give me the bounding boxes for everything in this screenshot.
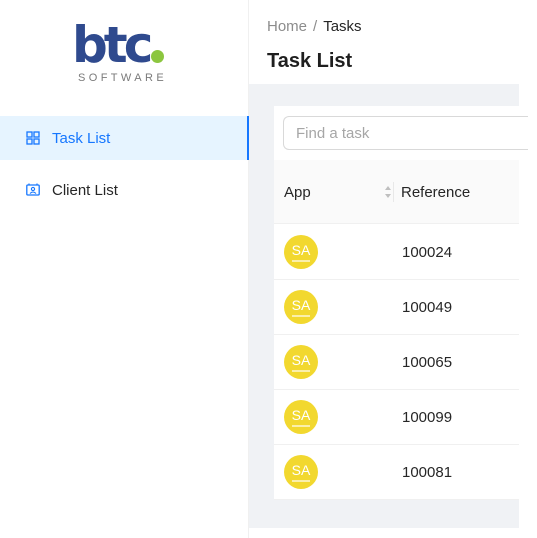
reference-cell: 100049 [402,299,453,316]
breadcrumb: Home / Tasks [267,18,362,35]
column-header-app[interactable]: App [284,160,394,224]
badge-mark [292,260,310,262]
column-divider [393,182,394,202]
grid-icon [26,131,40,145]
app-badge-sa: SA [284,345,318,379]
app-badge-sa: SA [284,235,318,269]
table-row[interactable]: SA 100024 [274,225,519,280]
sidebar-item-label: Client List [52,181,118,199]
badge-mark [292,315,310,317]
badge-mark [292,480,310,482]
reference-cell: 100081 [402,464,453,481]
app-badge-text: SA [291,406,311,423]
logo-wordmark: btc [72,16,153,74]
logo-subtitle: SOFTWARE [78,72,168,84]
column-header-label: Reference [401,183,471,201]
app-badge-sa: SA [284,455,318,489]
page-title: Task List [267,50,353,72]
sort-icon[interactable] [384,184,392,200]
logo-dot [151,50,164,63]
table-row[interactable]: SA 100081 [274,445,519,500]
sidebar-menu: Task List Client List [0,116,250,212]
reference-cell: 100024 [402,244,453,261]
column-header-reference[interactable]: Reference [401,160,470,224]
reference-cell: 100099 [402,409,453,426]
sidebar-item-label: Task List [52,129,111,147]
badge-mark [292,370,310,372]
breadcrumb-separator: / [313,18,318,35]
app-badge-sa: SA [284,400,318,434]
app-badge-sa: SA [284,290,318,324]
contact-card-icon [26,183,40,197]
breadcrumb-home-link[interactable]: Home [267,18,307,35]
reference-cell: 100065 [402,354,453,371]
breadcrumb-current: Tasks [323,18,362,35]
sidebar-item-task-list[interactable]: Task List [0,116,250,160]
btc-software-logo[interactable]: btc SOFTWARE [72,14,178,88]
sidebar-item-client-list[interactable]: Client List [0,168,249,212]
app-badge-text: SA [291,351,311,368]
badge-mark [292,425,310,427]
table-row[interactable]: SA 100049 [274,280,519,335]
search-input[interactable] [283,116,528,150]
table-row[interactable]: SA 100099 [274,390,519,445]
column-header-label: App [284,183,311,201]
sidebar: btc SOFTWARE Task List Client List [0,0,250,538]
app-badge-text: SA [291,296,311,313]
table-row[interactable]: SA 100065 [274,335,519,390]
table-header: App Reference [274,160,519,224]
app-badge-text: SA [291,461,311,478]
app-badge-text: SA [291,241,311,258]
